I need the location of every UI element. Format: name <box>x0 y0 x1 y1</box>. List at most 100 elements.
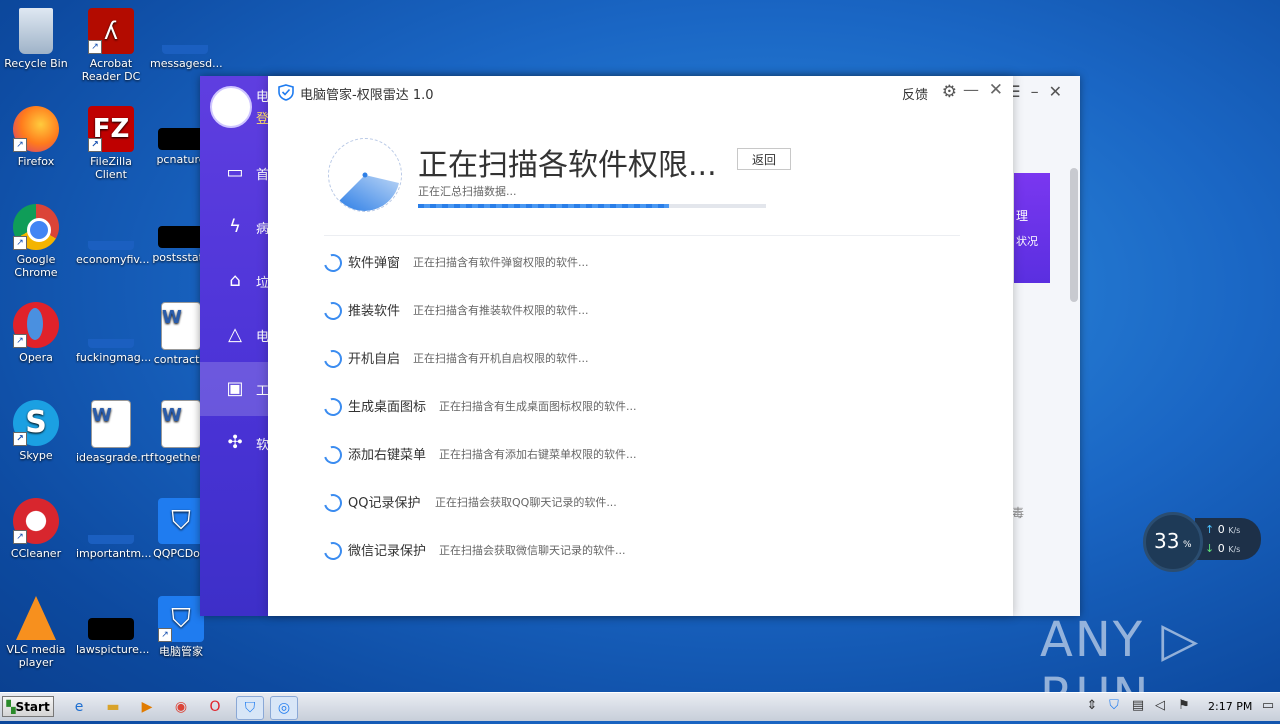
tray-clock[interactable]: 2:17 PM <box>1208 700 1252 713</box>
toolbox-icon: ▣ <box>226 378 244 399</box>
file-thumbnail-icon <box>158 226 204 248</box>
opera-icon: ↗ <box>13 302 59 348</box>
tray-expand-icon[interactable]: ⇕ <box>1084 698 1100 714</box>
scan-item-name: 开机自启 <box>348 352 401 367</box>
shortcut-arrow-icon: ↗ <box>13 334 27 348</box>
desktop-icon-fuckingmag[interactable]: fuckingmag... <box>76 302 151 364</box>
ie-icon[interactable]: e <box>66 696 92 718</box>
scan-item-status: 正在扫描会获取QQ聊天记录的软件... <box>435 496 617 509</box>
main-scrollbar[interactable] <box>1070 168 1078 302</box>
window-title: 电脑管家-权限雷达 1.0 <box>300 88 434 103</box>
desktop-icon-label: Opera <box>19 351 53 364</box>
vlc-cone-icon <box>16 596 56 640</box>
desktop-icon-ideasgrade[interactable]: W ideasgrade.rtf <box>76 400 153 464</box>
tray-volume-icon[interactable]: ◁ <box>1152 698 1168 714</box>
gear-icon[interactable]: ⚙ <box>942 82 957 102</box>
word-document-icon: W <box>161 302 201 350</box>
avatar[interactable] <box>210 86 252 128</box>
loading-spinner-icon <box>320 538 346 564</box>
shield-app-icon: ⛉ <box>158 498 204 544</box>
scan-item-name: 推装软件 <box>348 304 401 319</box>
scan-title: 正在扫描各软件权限... <box>418 148 717 183</box>
word-document-icon: W <box>161 400 201 448</box>
desktop-icon-messagesd[interactable]: messagesd... <box>150 8 223 70</box>
close-icon[interactable]: ✕ <box>1049 82 1072 101</box>
pc-manager-task-icon[interactable]: ⛉ <box>236 696 264 720</box>
minimize-icon[interactable]: — <box>963 80 979 99</box>
desktop-icon-label: Skype <box>19 449 53 462</box>
return-button[interactable]: 返回 <box>737 148 791 170</box>
loading-spinner-icon <box>320 346 346 372</box>
file-icon <box>88 498 134 544</box>
acrobat-icon: ʎ ↗ <box>88 8 134 54</box>
network-speed-widget[interactable]: ↑ 0 K/s ↓ 0 K/s 33 % <box>1143 512 1263 572</box>
shield-logo-icon <box>278 84 294 101</box>
chrome-icon[interactable]: ◉ <box>168 696 194 718</box>
desktop-icon-ccleaner[interactable]: ↗ CCleaner <box>1 498 71 560</box>
tray-shield-icon[interactable]: ⛉ <box>1106 698 1122 714</box>
memory-percent-sign: % <box>1183 540 1192 550</box>
promo-banner[interactable]: 理 状况 <box>1014 173 1050 283</box>
permission-radar-task-icon[interactable]: ◎ <box>270 696 298 720</box>
desktop-icon-label: Recycle Bin <box>4 57 68 70</box>
windows-logo-icon: ▚ <box>6 699 16 714</box>
scan-progress-fill <box>418 204 669 208</box>
desktop-icon-economyfiv[interactable]: economyfiv... <box>76 204 150 266</box>
sidebar-item-software[interactable]: ✣ 软 <box>200 416 269 470</box>
scan-item-name: 微信记录保护 <box>348 544 427 559</box>
desktop-icon-label: lawspicture... <box>76 643 150 656</box>
opera-icon[interactable]: O <box>202 696 228 718</box>
broom-icon: ⌂ <box>229 270 241 291</box>
sidebar-item-speedup[interactable]: △ 电 <box>200 308 269 362</box>
desktop-icon-chrome[interactable]: ↗ Google Chrome <box>1 204 71 279</box>
sidebar-item-toolbox[interactable]: ▣ 工 <box>200 362 269 416</box>
loading-spinner-icon <box>320 250 346 276</box>
shortcut-arrow-icon: ↗ <box>13 236 27 250</box>
loading-spinner-icon <box>320 298 346 324</box>
sidebar-item-cleanup[interactable]: ⌂ 垃 <box>200 254 269 308</box>
scan-item-name: 软件弹窗 <box>348 256 401 271</box>
loading-spinner-icon <box>320 394 346 420</box>
download-arrow-icon: ↓ <box>1205 542 1215 555</box>
network-speed-panel: ↑ 0 K/s ↓ 0 K/s <box>1195 518 1261 560</box>
shortcut-arrow-icon: ↗ <box>88 40 102 54</box>
tray-flag-icon[interactable]: ⚑ <box>1176 698 1192 714</box>
desktop-icon-vlc[interactable]: VLC media player <box>1 596 71 669</box>
recycle-bin-icon <box>19 8 53 54</box>
desktop-icon-importantm[interactable]: importantm... <box>76 498 152 560</box>
desktop-icon-filezilla[interactable]: FZ ↗ FileZilla Client <box>76 106 146 181</box>
desktop-icon-acrobat[interactable]: ʎ ↗ Acrobat Reader DC <box>76 8 146 83</box>
minimize-icon[interactable]: – <box>1031 82 1049 101</box>
scan-subtitle: 正在汇总扫描数据... <box>418 185 517 198</box>
close-icon[interactable]: ✕ <box>989 80 1003 100</box>
folder-icon[interactable]: ▬ <box>100 696 126 718</box>
tray-network-icon[interactable]: ▤ <box>1130 698 1146 714</box>
sidebar-item-home[interactable]: ▭ 首 <box>200 146 269 200</box>
desktop-icon-opera[interactable]: ↗ Opera <box>1 302 71 364</box>
desktop-icon-recycle-bin[interactable]: Recycle Bin <box>1 8 71 70</box>
desktop-icon-label: economyfiv... <box>76 253 150 266</box>
desktop-icon-firefox[interactable]: ↗ Firefox <box>1 106 71 168</box>
desktop-icon-skype[interactable]: S ↗ Skype <box>1 400 71 462</box>
sidebar-item-virus[interactable]: ϟ 病 <box>200 200 269 254</box>
banner-text: 状况 <box>1016 235 1038 248</box>
scan-item-name: 添加右键菜单 <box>348 448 427 463</box>
feedback-link[interactable]: 反馈 <box>902 84 928 103</box>
show-desktop-icon[interactable]: ▭ <box>1260 698 1276 714</box>
title-bar[interactable]: 电脑管家-权限雷达 1.0 反馈 ⚙ — ✕ <box>268 76 1013 110</box>
ccleaner-icon: ↗ <box>13 498 59 544</box>
apps-icon: ✣ <box>227 432 243 453</box>
desktop-icon-label: fuckingmag... <box>76 351 152 364</box>
speed-unit: K/s <box>1228 526 1241 535</box>
loading-spinner-icon <box>320 442 346 468</box>
media-player-icon[interactable]: ▶ <box>134 696 160 718</box>
divider <box>324 235 960 236</box>
download-speed: ↓ 0 K/s <box>1205 542 1240 555</box>
desktop-icon-lawspicture[interactable]: lawspicture... <box>76 596 150 656</box>
permission-radar-window: 电脑管家-权限雷达 1.0 反馈 ⚙ — ✕ 正在扫描各软件权限... 返回 正… <box>268 76 1013 616</box>
scan-item-status: 正在扫描含有生成桌面图标权限的软件... <box>439 400 637 413</box>
scan-item-status: 正在扫描会获取微信聊天记录的软件... <box>439 544 626 557</box>
start-button[interactable]: ▚Start <box>2 696 54 717</box>
memory-percent: 33 <box>1154 529 1180 553</box>
file-thumbnail-icon <box>158 128 204 150</box>
